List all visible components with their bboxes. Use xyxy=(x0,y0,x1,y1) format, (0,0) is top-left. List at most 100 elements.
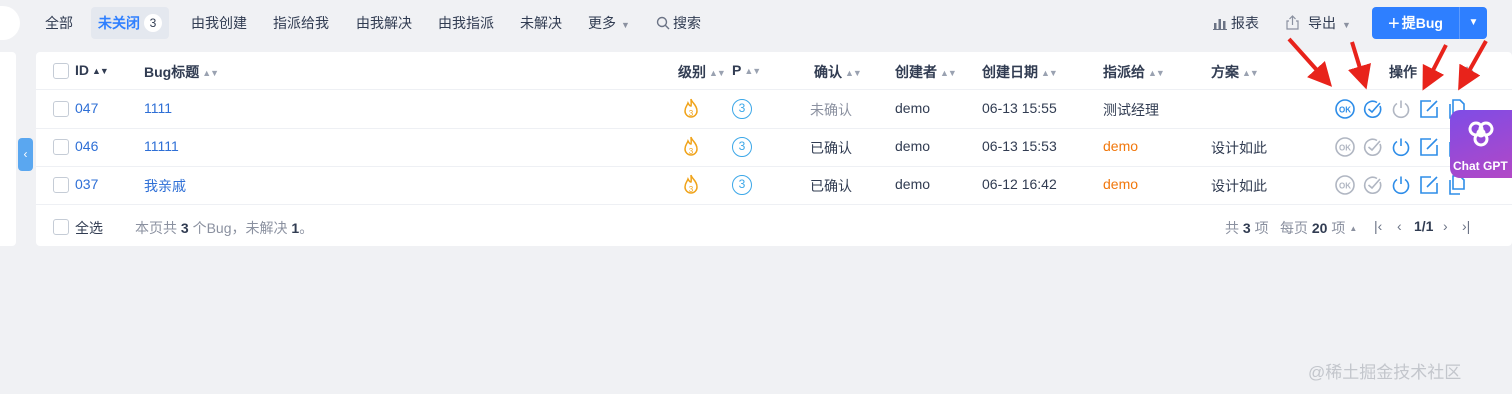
page-size-selector[interactable]: 每页 20 项 ▲ xyxy=(1280,218,1357,238)
priority-badge: 3 xyxy=(732,175,752,195)
arrow-to-copy-icon xyxy=(1458,40,1488,91)
bug-title-link[interactable]: 我亲戚 xyxy=(144,176,186,196)
search-button[interactable]: 搜索 xyxy=(656,7,701,39)
bug-title-link[interactable]: 1111 xyxy=(144,100,172,116)
col-header-assigned-to[interactable]: 指派给 ▲▼ xyxy=(1103,62,1165,82)
ok-confirm-icon[interactable]: OK xyxy=(1334,136,1356,158)
severity-flame-icon: 3 xyxy=(684,174,698,194)
chatgpt-label: Chat GPT xyxy=(1453,159,1508,173)
svg-text:OK: OK xyxy=(1339,106,1351,115)
ok-confirm-icon[interactable]: OK xyxy=(1334,98,1356,120)
sort-icon: ▲▼ xyxy=(709,68,726,78)
bug-id-link[interactable]: 047 xyxy=(75,100,98,116)
arrow-to-check-icon xyxy=(1348,41,1371,90)
plus-icon: + xyxy=(1388,13,1400,35)
report-button[interactable]: 报表 xyxy=(1213,7,1259,39)
caret-down-icon: ▼ xyxy=(1468,17,1479,28)
chatgpt-widget[interactable]: Chat GPT xyxy=(1450,110,1512,178)
arrow-to-ok-icon xyxy=(1287,37,1333,87)
created-date: 06-13 15:55 xyxy=(982,100,1057,116)
priority-badge: 3 xyxy=(732,99,752,119)
edit-icon[interactable] xyxy=(1418,174,1440,196)
col-header-title[interactable]: Bug标题 ▲▼ xyxy=(144,62,219,82)
sort-icon: ▲▼ xyxy=(1242,68,1259,78)
ok-confirm-icon[interactable]: OK xyxy=(1334,174,1356,196)
assigned-to: demo xyxy=(1103,138,1139,154)
tab-all[interactable]: 全部 xyxy=(45,7,73,39)
total-count: 共 3 项 xyxy=(1225,220,1269,236)
row-checkbox[interactable] xyxy=(53,101,69,117)
check-resolve-icon[interactable] xyxy=(1362,136,1384,158)
sort-icon: ▲▼ xyxy=(940,68,957,78)
edit-icon[interactable] xyxy=(1418,98,1440,120)
col-header-creator[interactable]: 创建者 ▲▼ xyxy=(895,62,957,82)
created-date: 06-12 16:42 xyxy=(982,176,1057,192)
create-bug-dropdown[interactable]: ▼ xyxy=(1460,7,1487,39)
sidebar-collapse-button[interactable]: ‹ xyxy=(18,138,33,171)
sidebar-panel xyxy=(0,52,16,246)
svg-text:OK: OK xyxy=(1339,144,1351,153)
tab-resolved-by-me[interactable]: 由我解决 xyxy=(356,7,412,39)
caret-down-icon: ▼ xyxy=(1342,20,1351,30)
assigned-to: 测试经理 xyxy=(1103,102,1159,118)
check-resolve-icon[interactable] xyxy=(1362,98,1384,120)
red-arrows-annotation xyxy=(1287,37,1488,91)
chatgpt-logo-icon xyxy=(1468,121,1494,147)
row-checkbox[interactable] xyxy=(53,177,69,193)
confirmed-status: 未确认 xyxy=(810,102,852,118)
svg-text:OK: OK xyxy=(1339,182,1351,191)
creator: demo xyxy=(895,176,931,192)
svg-text:3: 3 xyxy=(689,147,694,156)
caret-down-icon: ▼ xyxy=(621,20,630,30)
svg-text:3: 3 xyxy=(689,185,694,194)
first-page-button[interactable]: |‹ xyxy=(1374,218,1382,234)
svg-text:3: 3 xyxy=(689,109,694,118)
tab-created-by-me[interactable]: 由我创建 xyxy=(191,7,247,39)
prev-page-button[interactable]: ‹ xyxy=(1397,218,1402,234)
export-button[interactable]: 导出 ▼ xyxy=(1285,7,1351,39)
bug-id-link[interactable]: 037 xyxy=(75,176,98,192)
tab-assigned-to-me[interactable]: 指派给我 xyxy=(273,7,329,39)
col-header-created-date[interactable]: 创建日期 ▲▼ xyxy=(982,62,1058,82)
sort-icon: ▲▼ xyxy=(845,68,862,78)
caret-up-icon: ▲ xyxy=(1349,224,1358,233)
select-all-checkbox[interactable] xyxy=(53,219,69,235)
col-header-id[interactable]: ID ▲▼ xyxy=(75,62,109,78)
create-bug-button[interactable]: + 提Bug ▼ xyxy=(1372,7,1487,39)
tab-unresolved[interactable]: 未解决 xyxy=(520,7,562,39)
priority-badge: 3 xyxy=(732,137,752,157)
row-checkbox[interactable] xyxy=(53,139,69,155)
bug-id-link[interactable]: 046 xyxy=(75,138,98,154)
col-header-resolution[interactable]: 方案 ▲▼ xyxy=(1211,62,1259,82)
select-all-label[interactable]: 全选 xyxy=(75,218,103,238)
last-page-button[interactable]: ›| xyxy=(1462,218,1470,234)
search-icon xyxy=(656,16,670,30)
first-page-icon: |‹ xyxy=(1374,218,1383,234)
power-close-icon[interactable] xyxy=(1390,136,1412,158)
resolution: 设计如此 xyxy=(1211,140,1267,156)
severity-flame-icon: 3 xyxy=(684,98,698,118)
power-close-icon[interactable] xyxy=(1390,174,1412,196)
header-checkbox[interactable] xyxy=(53,63,69,79)
col-header-severity[interactable]: 级别 ▲▼ xyxy=(678,62,726,82)
check-resolve-icon[interactable] xyxy=(1362,174,1384,196)
bug-title-link[interactable]: 11111 xyxy=(144,138,179,154)
page-summary: 本页共 3 个Bug，未解决 1。 xyxy=(135,220,314,236)
col-header-confirmed[interactable]: 确认 ▲▼ xyxy=(814,62,862,82)
col-header-priority[interactable]: P ▲▼ xyxy=(732,62,761,78)
resolution: 设计如此 xyxy=(1211,178,1267,194)
next-page-button[interactable]: › xyxy=(1443,218,1448,234)
sort-icon: ▲▼ xyxy=(92,66,109,76)
confirmed-status: 已确认 xyxy=(810,178,852,194)
created-date: 06-13 15:53 xyxy=(982,138,1057,154)
chevron-right-icon: › xyxy=(1443,218,1448,234)
power-close-icon[interactable] xyxy=(1390,98,1412,120)
creator: demo xyxy=(895,100,931,116)
edit-icon[interactable] xyxy=(1418,136,1440,158)
bar-chart-icon xyxy=(1213,19,1227,30)
tab-unclosed[interactable]: 未关闭 3 xyxy=(91,7,169,39)
confirmed-status: 已确认 xyxy=(810,140,852,156)
sort-icon: ▲▼ xyxy=(202,68,219,78)
tab-more[interactable]: 更多 ▼ xyxy=(588,7,630,39)
tab-assigned-by-me[interactable]: 由我指派 xyxy=(438,7,494,39)
